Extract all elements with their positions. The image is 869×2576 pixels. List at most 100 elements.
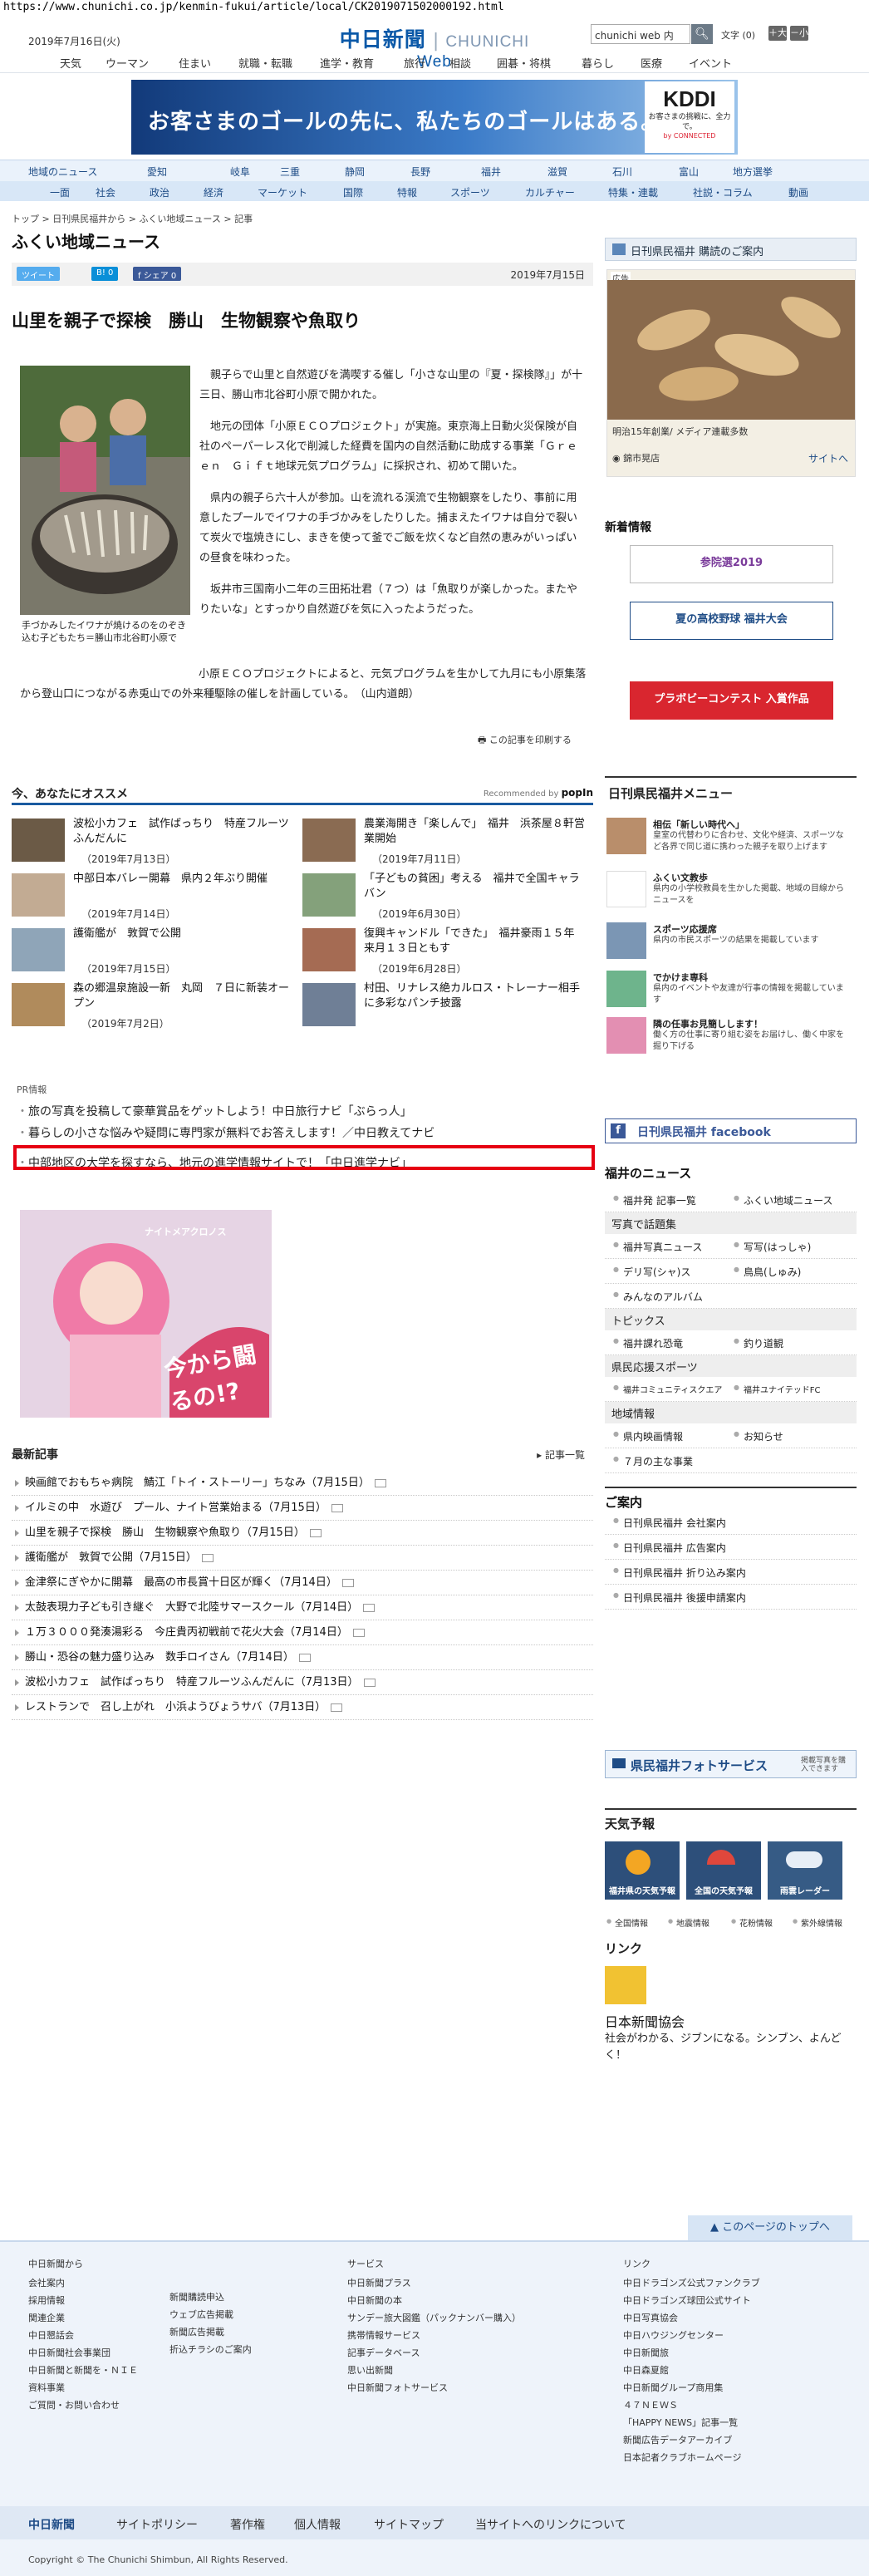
newspaper-assoc-name[interactable]: 日本新聞協会 xyxy=(605,2011,685,2031)
service-nav-item[interactable]: 天気 xyxy=(60,55,81,71)
footer-bottom-link[interactable]: サイトポリシー xyxy=(116,2516,198,2533)
footer-link[interactable]: 新聞広告データアーカイブ xyxy=(623,2431,760,2449)
footer-link[interactable]: 中日新聞プラス xyxy=(347,2274,521,2292)
news-link[interactable]: 福井発 記事一覧 xyxy=(613,1193,696,1207)
region-nav-item[interactable]: 岐阜 xyxy=(230,165,250,179)
footer-link[interactable]: 中日森夏館 xyxy=(623,2362,760,2379)
print-article-link[interactable]: 🖶︎ この記事を印刷する xyxy=(478,733,572,749)
search-icon[interactable]: 🔍︎ xyxy=(691,24,713,44)
region-nav-item[interactable]: 長野 xyxy=(410,165,430,179)
section-nav-item[interactable]: 社会 xyxy=(96,185,115,199)
footer-link[interactable]: 中日懇話会 xyxy=(28,2327,138,2344)
footer-link[interactable]: 中日新聞社会事業団 xyxy=(28,2344,138,2362)
footer-link[interactable]: 資料事業 xyxy=(28,2379,138,2397)
menu-item[interactable]: スポーツ応援席 県内の市民スポーツの結果を掲載しています xyxy=(605,921,857,962)
news-link[interactable]: 福井写真ニュース xyxy=(613,1240,702,1254)
region-nav-item[interactable]: 滋賀 xyxy=(547,165,567,179)
section-nav-item[interactable]: カルチャー xyxy=(525,185,575,199)
guide-link[interactable]: 日刊県民福井 広告案内 xyxy=(613,1541,726,1555)
menu-item[interactable]: でかけま専科 県内のイベントや友達が行事の情報を掲載しています xyxy=(605,969,857,1010)
subscribe-link[interactable]: 日刊県民福井 購読のご案内 xyxy=(605,238,857,261)
footer-link[interactable]: 新聞広告掲載 xyxy=(169,2323,252,2341)
news-link[interactable]: 県内映画情報 xyxy=(613,1429,683,1443)
back-to-top-button[interactable]: ▲ このページのトップへ xyxy=(688,2215,852,2240)
footer-bottom-link[interactable]: 当サイトへのリンクについて xyxy=(475,2516,626,2533)
latest-item[interactable]: レストランで 召し上がれ 小浜ようびょうサバ（7月13日） xyxy=(12,1695,593,1720)
ad-site-link[interactable]: サイトへ xyxy=(808,451,848,465)
footer-link[interactable]: 携帯情報サービス xyxy=(347,2327,521,2344)
footer-link[interactable]: サンデー旅大図鑑（パックナンバー購入） xyxy=(347,2309,521,2327)
footer-link[interactable]: 中日ドラゴンズ球団公式サイト xyxy=(623,2292,760,2309)
news-link[interactable]: 福井コミュニティスクエア xyxy=(613,1383,722,1395)
footer-link[interactable]: 日本記者クラブホームページ xyxy=(623,2449,760,2466)
footer-link[interactable]: 関連企業 xyxy=(28,2309,138,2327)
section-nav-item[interactable]: 特集・連載 xyxy=(608,185,658,199)
region-nav-item[interactable]: 三重 xyxy=(280,165,300,179)
kddi-ad-banner[interactable]: お客さまのゴールの先に、私たちのゴールはある。 KDDI お客さまの挑戦に、全力… xyxy=(131,80,738,155)
section-nav-item[interactable]: 政治 xyxy=(150,185,169,199)
font-larger-button[interactable]: ＋大 xyxy=(768,26,787,41)
section-nav-item[interactable]: スポーツ xyxy=(450,185,490,199)
region-nav-item[interactable]: 富山 xyxy=(679,165,699,179)
region-nav-item[interactable]: 福井 xyxy=(481,165,501,179)
service-nav-item[interactable]: 囲碁・将棋 xyxy=(497,55,551,71)
pr-link[interactable]: 旅の写真を投稿して豪華賞品をゲットしよう！中日旅行ナビ「ぶらっ人」 xyxy=(17,1103,590,1119)
service-nav-item[interactable]: 相談 xyxy=(449,55,471,71)
section-nav-item[interactable]: マーケット xyxy=(258,185,307,199)
recommend-item[interactable]: 護衛艦が 敦賀で公開 （2019年7月15日） xyxy=(12,925,302,976)
news-link[interactable]: 鳥鳥(しゅみ) xyxy=(734,1265,801,1279)
footer-bottom-link[interactable]: サイトマップ xyxy=(374,2516,444,2533)
menu-item[interactable]: ふくい文教歩 県内の小学校教員を生かした掲載、地域の目線からニュースを xyxy=(605,869,857,911)
recommend-item[interactable]: 村田、リナレス絶カルロス・トレーナー相手に多彩なパンチ披露 xyxy=(302,980,593,1031)
news-link[interactable]: 写写(はっしゃ) xyxy=(734,1240,811,1254)
search-input[interactable]: chunichi web 内 xyxy=(591,24,690,44)
all-articles-link[interactable]: ▸ 記事一覧 xyxy=(537,1448,585,1462)
tweet-button[interactable]: ツイート xyxy=(17,267,60,281)
footer-link[interactable]: 中日新聞グループ商用集 xyxy=(623,2379,760,2397)
section-nav-item[interactable]: 動画 xyxy=(788,185,808,199)
footer-link[interactable]: ４７ＮＥＷＳ xyxy=(623,2397,760,2414)
article-photo[interactable] xyxy=(20,366,190,615)
news-link[interactable]: ふくい地域ニュース xyxy=(734,1193,832,1207)
footer-bottom-link[interactable]: 個人情報 xyxy=(294,2516,341,2533)
latest-item[interactable]: イルミの中 水遊び プール、ナイト営業始まる（7月15日） xyxy=(12,1496,593,1521)
latest-item[interactable]: １万３０００発湊湯彩る 今庄貴丙初戦前で花火大会（7月14日） xyxy=(12,1620,593,1645)
footer-link[interactable]: 記事データベース xyxy=(347,2344,521,2362)
peanut-ad[interactable]: 広告 明治15年創業/ メディア連載多数 ◉ 錦市晃店 サイトへ xyxy=(606,269,856,477)
facebook-share-button[interactable]: f シェア 0 xyxy=(133,267,182,281)
weather-tile[interactable]: 全国の天気予報 xyxy=(686,1841,761,1900)
footer-link[interactable]: 採用情報 xyxy=(28,2292,138,2309)
service-nav-item[interactable]: 暮らし xyxy=(582,55,614,71)
footer-link[interactable]: 中日新聞旅 xyxy=(623,2344,760,2362)
region-nav-item[interactable]: 愛知 xyxy=(147,165,167,179)
latest-item[interactable]: 勝山・恐谷の魅力盛り込み 数手ロイさん（7月14日） xyxy=(12,1645,593,1670)
latest-item[interactable]: 金津祭にぎやかに開幕 最高の市長賞十日区が輝く（7月14日） xyxy=(12,1571,593,1595)
footer-link[interactable]: 中日写真協会 xyxy=(623,2309,760,2327)
news-link[interactable]: お知らせ xyxy=(734,1429,783,1443)
footer-link[interactable]: 思い出新聞 xyxy=(347,2362,521,2379)
latest-item[interactable]: 波松小カフェ 試作ばっちり 特産フルーツふんだんに（7月13日） xyxy=(12,1670,593,1695)
recommend-item[interactable]: 「子どもの貧困」考える 福井で全国キャラバン （2019年6月30日） xyxy=(302,870,593,922)
footer-link[interactable]: 中日ドラゴンズ公式ファンクラブ xyxy=(623,2274,760,2292)
recommend-item[interactable]: 中部日本バレー開幕 県内２年ぶり開催 （2019年7月14日） xyxy=(12,870,302,922)
news-link[interactable]: デリ写(シャ)ス xyxy=(613,1265,690,1279)
footer-link[interactable]: 中日新聞の本 xyxy=(347,2292,521,2309)
footer-link[interactable]: 中日新聞と新聞を・ＮＩＥ xyxy=(28,2362,138,2379)
koshien-banner[interactable]: 夏の高校野球 福井大会 xyxy=(630,602,833,640)
latest-item[interactable]: 映画館でおもちゃ病院 鯖江「トイ・ストーリー」ちなみ（7月15日） xyxy=(12,1471,593,1496)
service-nav-item[interactable]: 旅行 xyxy=(404,55,425,71)
font-smaller-button[interactable]: －小 xyxy=(790,26,808,41)
recommend-item[interactable]: 農業海開き「楽しんで」 福井 浜茶屋８軒営業開始 （2019年7月11日） xyxy=(302,815,593,867)
latest-item[interactable]: 山里を親子で探検 勝山 生物観察や魚取り（7月15日） xyxy=(12,1521,593,1546)
footer-link[interactable]: 新聞購読申込 xyxy=(169,2288,252,2306)
weather-link[interactable]: 花粉情報 xyxy=(731,1916,773,1929)
footer-link[interactable]: 折込チラシのご案内 xyxy=(169,2341,252,2358)
news-link[interactable]: 釣り道観 xyxy=(734,1336,783,1350)
section-nav-item[interactable]: 一面 xyxy=(50,185,70,199)
pr-link[interactable]: 暮らしの小さな悩みや疑問に専門家が無料でお答えします！／中日教えてナビ xyxy=(17,1124,590,1141)
weather-link[interactable]: 全国情報 xyxy=(606,1916,648,1929)
footer-link[interactable]: 会社案内 xyxy=(28,2274,138,2292)
service-nav-item[interactable]: ウーマン xyxy=(106,55,149,71)
weather-link[interactable]: 紫外線情報 xyxy=(793,1916,842,1929)
photo-service-link[interactable]: 県民福井フォトサービス 掲載写真を購入できます xyxy=(605,1750,857,1778)
